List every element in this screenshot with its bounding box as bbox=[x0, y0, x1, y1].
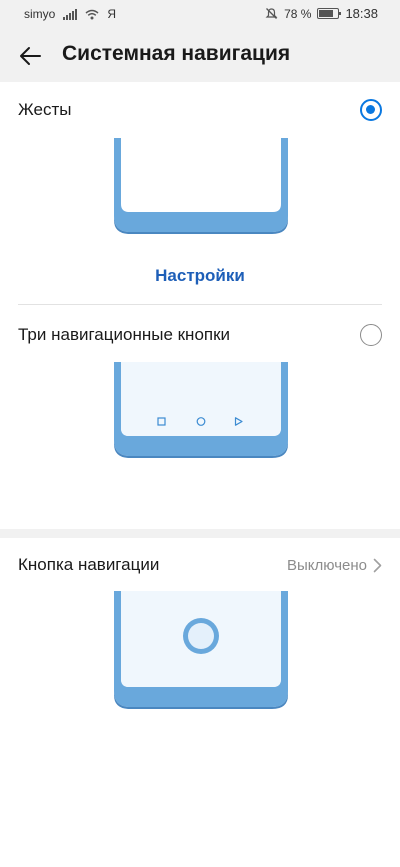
nav-button-phone-illustration bbox=[114, 591, 288, 709]
three-buttons-label: Три навигационные кнопки bbox=[18, 325, 231, 344]
back-button[interactable] bbox=[14, 40, 46, 72]
three-buttons-phone-illustration bbox=[114, 362, 288, 458]
clock: 18:38 bbox=[345, 6, 378, 21]
gestures-phone-illustration bbox=[114, 138, 288, 234]
nav-button-option[interactable]: Кнопка навигации Выключено bbox=[18, 545, 382, 585]
chevron-right-icon bbox=[373, 558, 382, 572]
gestures-settings-link[interactable]: Настройки bbox=[0, 266, 400, 286]
floating-nav-dot-icon bbox=[183, 618, 219, 654]
signal-icon bbox=[63, 8, 78, 20]
nav-button-value: Выключено bbox=[287, 556, 367, 574]
navigation-button-card: Кнопка навигации Выключено bbox=[0, 538, 400, 867]
page-title: Системная навигация bbox=[62, 42, 291, 65]
gestures-radio[interactable] bbox=[360, 99, 382, 121]
status-bar: simyo Я 78 % 18:38 bbox=[0, 0, 400, 28]
wifi-icon bbox=[85, 9, 99, 19]
three-buttons-radio[interactable] bbox=[360, 324, 382, 346]
nav-button-label: Кнопка навигации bbox=[18, 555, 160, 574]
gestures-label: Жесты bbox=[18, 100, 72, 119]
yandex-icon: Я bbox=[107, 7, 117, 21]
battery-percent: 78 % bbox=[284, 6, 312, 21]
mute-icon bbox=[265, 8, 278, 19]
divider bbox=[18, 304, 382, 305]
carrier-name: simyo bbox=[24, 7, 56, 21]
battery-icon bbox=[317, 8, 342, 19]
three-buttons-option[interactable]: Три навигационные кнопки bbox=[18, 315, 382, 355]
navigation-options-card: Жесты Настройки Три навигационные кнопки bbox=[0, 82, 400, 529]
gestures-option[interactable]: Жесты bbox=[18, 90, 382, 130]
arrow-left-icon bbox=[20, 47, 41, 65]
app-bar: Системная навигация bbox=[0, 28, 400, 82]
